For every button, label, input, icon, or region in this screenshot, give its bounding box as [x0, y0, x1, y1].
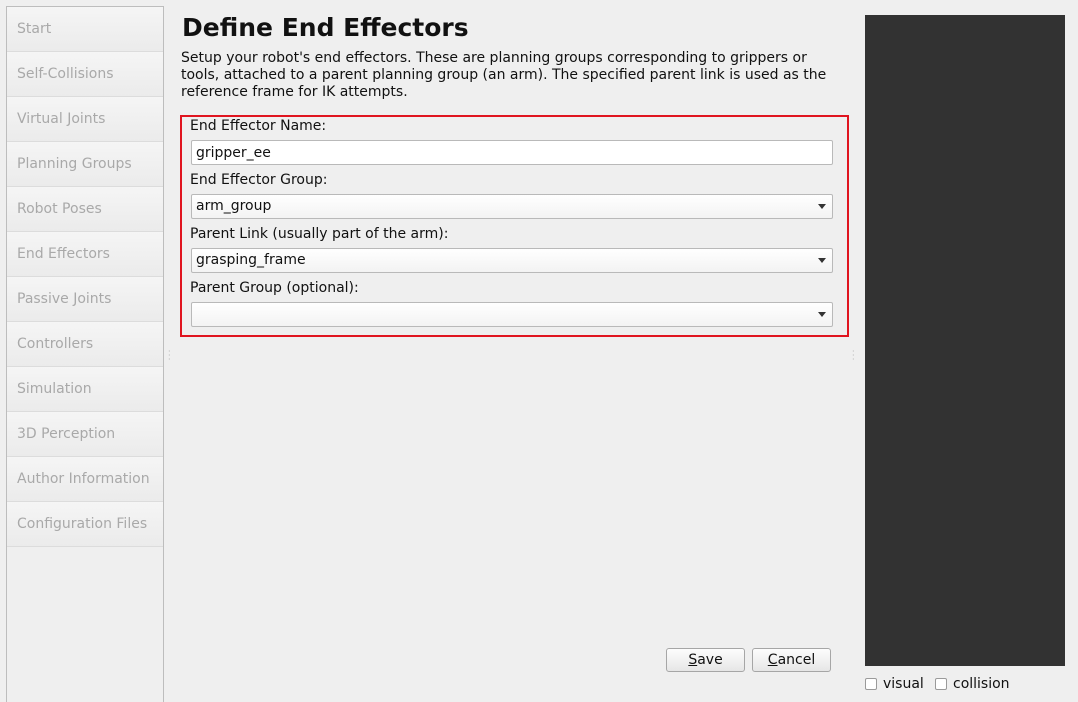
save-mnemonic: S: [688, 652, 698, 668]
end-effector-name-label: End Effector Name:: [190, 118, 327, 134]
save-button[interactable]: Save: [666, 648, 745, 672]
sidebar-item-virtual-joints[interactable]: Virtual Joints: [7, 97, 163, 142]
robot-3d-viewer[interactable]: [865, 15, 1065, 666]
sidebar-item-controllers[interactable]: Controllers: [7, 322, 163, 367]
sidebar-item-end-effectors[interactable]: End Effectors: [7, 232, 163, 277]
chevron-down-icon: [818, 312, 826, 317]
sidebar-item-configuration-files[interactable]: Configuration Files: [7, 502, 163, 547]
end-effector-group-label: End Effector Group:: [190, 172, 328, 188]
chevron-down-icon: [818, 258, 826, 263]
sidebar-item-passive-joints[interactable]: Passive Joints: [7, 277, 163, 322]
cancel-mnemonic: C: [767, 652, 778, 668]
parent-group-select[interactable]: [191, 302, 833, 327]
parent-link-value: grasping_frame: [196, 252, 306, 268]
visual-checkbox-label: visual: [883, 676, 924, 692]
page-title: Define End Effectors: [182, 13, 469, 42]
main-panel: Define End Effectors Setup your robot's …: [180, 0, 850, 702]
parent-link-label: Parent Link (usually part of the arm):: [190, 226, 449, 242]
collision-checkbox[interactable]: [935, 678, 947, 690]
parent-link-select[interactable]: grasping_frame: [191, 248, 833, 273]
collision-checkbox-row[interactable]: collision: [935, 676, 1010, 692]
sidebar-item-planning-groups[interactable]: Planning Groups: [7, 142, 163, 187]
end-effector-name-input[interactable]: [191, 140, 833, 165]
sidebar-item-start[interactable]: Start: [7, 7, 163, 52]
chevron-down-icon: [818, 204, 826, 209]
cancel-button[interactable]: Cancel: [752, 648, 831, 672]
splitter-handle-left[interactable]: · · ·: [168, 348, 171, 364]
visual-checkbox[interactable]: [865, 678, 877, 690]
collision-checkbox-label: collision: [953, 676, 1010, 692]
sidebar-item-robot-poses[interactable]: Robot Poses: [7, 187, 163, 232]
end-effector-group-value: arm_group: [196, 198, 272, 214]
sidebar-item-3d-perception[interactable]: 3D Perception: [7, 412, 163, 457]
end-effector-group-select[interactable]: arm_group: [191, 194, 833, 219]
end-effector-form: End Effector Name: End Effector Group: a…: [180, 115, 849, 337]
splitter-handle-right[interactable]: · · ·: [852, 348, 855, 364]
sidebar-nav: Start Self-Collisions Virtual Joints Pla…: [6, 6, 164, 702]
parent-group-label: Parent Group (optional):: [190, 280, 359, 296]
moveit-setup-assistant-window: Start Self-Collisions Virtual Joints Pla…: [0, 0, 1078, 702]
sidebar-item-simulation[interactable]: Simulation: [7, 367, 163, 412]
visual-checkbox-row[interactable]: visual: [865, 676, 924, 692]
sidebar-item-self-collisions[interactable]: Self-Collisions: [7, 52, 163, 97]
page-description: Setup your robot's end effectors. These …: [181, 50, 827, 100]
sidebar-item-author-information[interactable]: Author Information: [7, 457, 163, 502]
cancel-label-rest: ancel: [777, 652, 816, 668]
save-label-rest: ave: [697, 652, 723, 668]
